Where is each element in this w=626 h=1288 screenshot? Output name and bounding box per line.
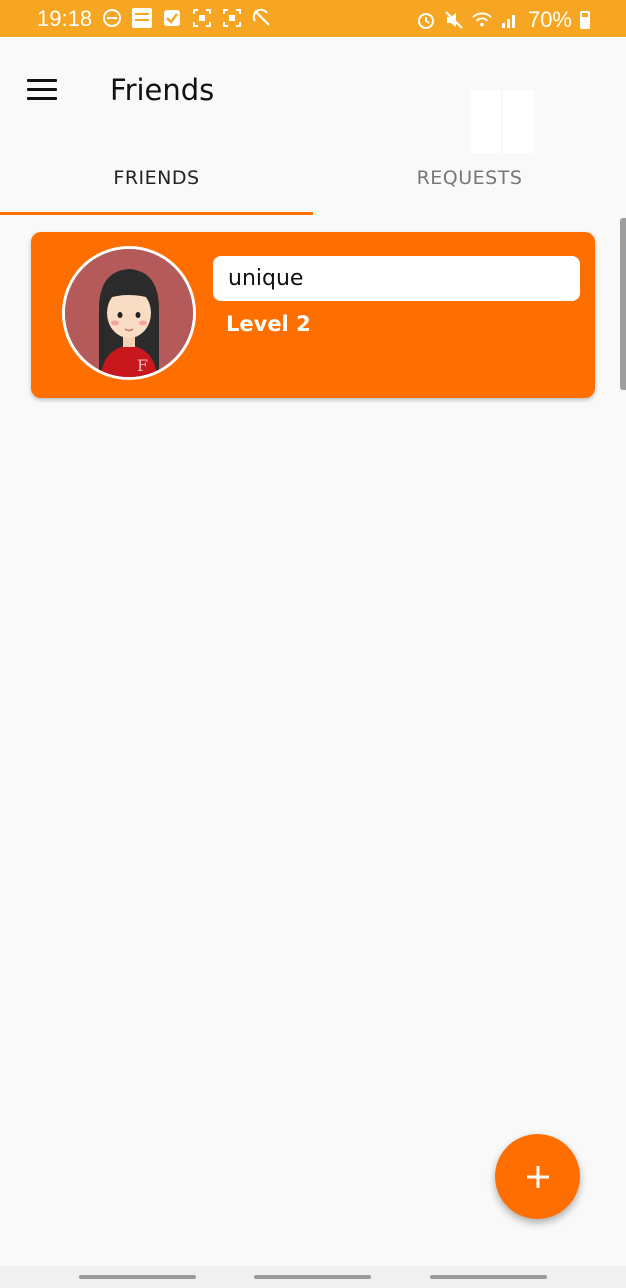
add-friend-button[interactable] <box>495 1134 580 1219</box>
no-sync-icon <box>252 8 272 28</box>
page-title: Friends <box>110 73 215 107</box>
screenshot-icon <box>192 8 212 28</box>
mobile-app-icon <box>132 8 152 28</box>
friend-name: unique <box>213 256 580 301</box>
alarm-icon <box>416 10 436 30</box>
tab-friends[interactable]: FRIENDS <box>0 144 313 216</box>
navigation-bar <box>0 1266 626 1288</box>
nav-recents-button[interactable] <box>79 1275 196 1279</box>
menu-icon-line <box>27 97 57 100</box>
app-bar: Friends <box>0 37 626 153</box>
menu-icon-line <box>27 88 57 91</box>
status-icons-right: 70% <box>416 7 590 33</box>
svg-text:F: F <box>137 356 148 375</box>
nav-home-button[interactable] <box>254 1275 371 1279</box>
avatar: F <box>62 246 196 380</box>
wifi-icon <box>472 10 492 30</box>
nav-back-button[interactable] <box>430 1275 547 1279</box>
battery-icon <box>580 11 590 29</box>
tab-requests[interactable]: REQUESTS <box>313 144 626 216</box>
tab-indicator <box>0 212 313 215</box>
signal-icon <box>500 10 520 30</box>
status-icons-left <box>102 8 272 28</box>
avatar-icon: F <box>65 249 193 377</box>
friend-card[interactable]: F unique Level 2 <box>31 232 595 398</box>
menu-icon <box>27 79 57 82</box>
scrollbar[interactable] <box>620 218 626 390</box>
tab-bar: FRIENDS REQUESTS <box>0 144 626 216</box>
menu-button[interactable] <box>27 79 57 101</box>
battery-percentage: 70% <box>527 7 572 32</box>
friend-level: Level 2 <box>226 312 311 336</box>
status-time: 19:18 <box>37 6 93 31</box>
screenshot-icon <box>222 8 242 28</box>
check-box-icon <box>162 8 182 28</box>
mute-icon <box>444 10 464 30</box>
plus-icon <box>526 1165 549 1188</box>
dnd-icon <box>102 8 122 28</box>
status-bar: 19:18 70% <box>0 0 626 37</box>
